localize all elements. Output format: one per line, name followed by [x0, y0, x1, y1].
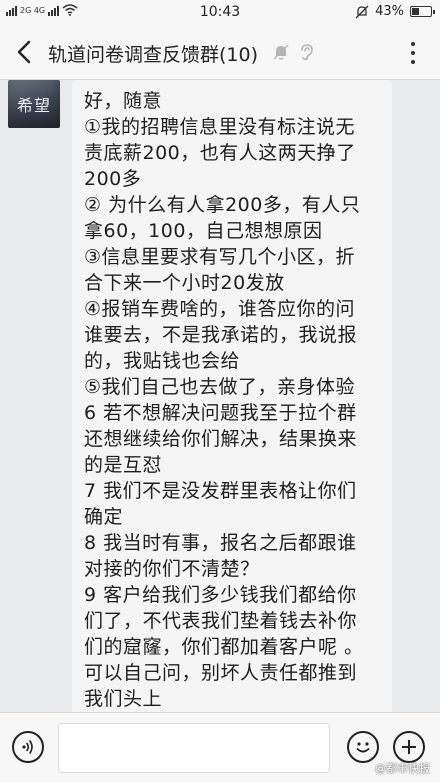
more-options-button[interactable]: [410, 42, 416, 64]
message-line: ④报销车费啥的，谁答应你的问: [84, 298, 356, 320]
message-line: 9 客户给我们多少钱我们都给你: [84, 584, 357, 606]
plus-icon: [402, 740, 416, 754]
avatar-text: 希望: [16, 96, 51, 115]
voice-icon: [22, 740, 33, 754]
message-line: 谁要去，不是我承诺的，我说报: [84, 324, 358, 346]
message-line: 确定: [84, 506, 124, 528]
message-line: 的是互怼: [84, 454, 163, 476]
message-line: 我们头上: [84, 688, 163, 710]
message-line: 还想继续给你们解决，结果换来: [84, 428, 358, 450]
status-right: 43%: [355, 4, 435, 19]
mute-bell-icon: [273, 44, 289, 60]
message-line: 合下来一个小时20发放: [84, 272, 285, 294]
input-bar: [0, 712, 440, 782]
watermark: @都市快报: [375, 762, 430, 775]
back-arrow-icon: [17, 40, 31, 64]
message-line: 对接的你们不清楚？: [84, 558, 260, 580]
message-line: ③信息里要求有写几个小区，折: [84, 246, 356, 268]
chat-title: 轨道问卷调查反馈群(10): [48, 44, 259, 66]
plus-button[interactable]: [393, 731, 425, 763]
message-line: ①我的招聘信息里没有标注说无: [84, 116, 356, 138]
message-line: 拿60，100，自己想想原因: [84, 220, 323, 242]
message-line: ⑤我们自己也去做了，亲身体验: [84, 376, 356, 398]
message-line: 们的窟窿，你们都加着客户呢 。: [84, 636, 364, 658]
message-line: 6 若不想解决问题我至于拉个群: [84, 402, 357, 424]
message-line: 8 我当时有事，报名之后都跟谁: [84, 532, 357, 554]
message-line: 200多: [84, 168, 142, 190]
message-line: ② 为什么有人拿200多，有人只: [84, 194, 361, 216]
emoji-icon: [356, 742, 370, 753]
message-text: 好，随意 ①我的招聘信息里没有标注说无 责底薪200，也有人这两天挣了 200多 ② 为…: [84, 88, 392, 712]
more-vertical-icon: [411, 42, 415, 46]
mute-notification-icon: [355, 5, 369, 18]
avatar[interactable]: 希望: [8, 80, 60, 128]
chat-area[interactable]: 希望 好，随意 ①我的招聘信息里没有标注说无 责底薪200，也有人这两天挣了 200多…: [0, 80, 440, 712]
chat-header: 轨道问卷调查反馈群(10): [0, 24, 440, 80]
status-bar: 2G 4G 10:43 43%: [0, 0, 440, 24]
message-bubble[interactable]: 好，随意 ①我的招聘信息里没有标注说无 责底薪200，也有人这两天挣了 200多 ② 为…: [72, 80, 392, 712]
message-line: 7 我们不是没发群里表格让你们: [84, 480, 357, 502]
message-line: 们了，不代表我们垫着钱去补你: [84, 610, 358, 632]
message-line: 好，随意: [84, 90, 163, 112]
back-button[interactable]: [12, 38, 36, 66]
battery-percent: 43%: [375, 4, 404, 19]
message-input[interactable]: [58, 723, 330, 773]
voice-button[interactable]: [12, 731, 44, 763]
ear-icon: [301, 44, 313, 61]
message-line: 可以自己问，别坏人责任都推到: [84, 662, 358, 684]
message-line: 责底薪200，也有人这两天挣了: [84, 142, 356, 164]
battery-icon: [410, 6, 435, 17]
message-line: 的，我贴钱也会给: [84, 350, 241, 372]
emoji-button[interactable]: [347, 731, 379, 763]
